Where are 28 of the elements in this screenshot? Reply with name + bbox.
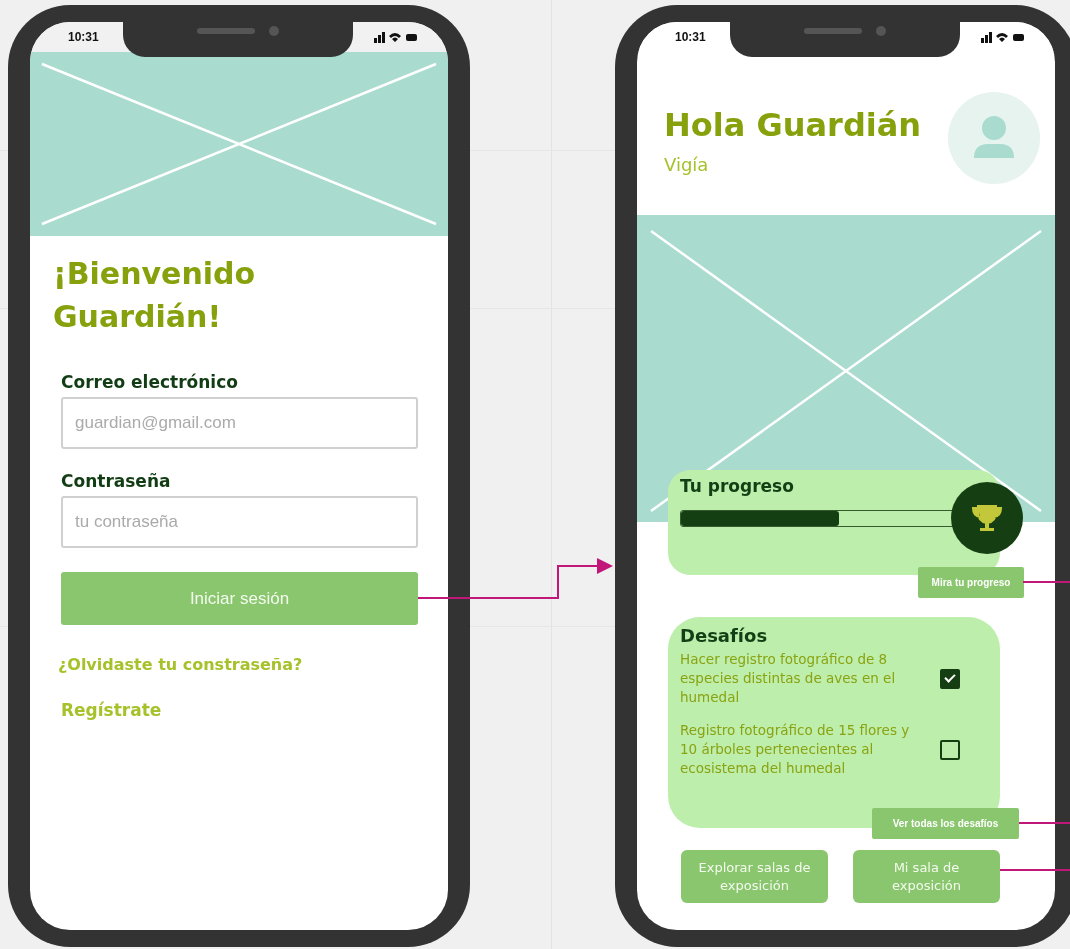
trophy-icon	[951, 482, 1023, 554]
text-link[interactable]: ¿Olvidaste tu constraseña?	[58, 655, 418, 674]
login-button[interactable]: Iniciar sesión	[61, 572, 418, 625]
status-time: 10:31	[68, 30, 99, 44]
checkbox[interactable]	[940, 739, 960, 760]
field-label: Correo electrónico	[61, 372, 239, 392]
checkbox[interactable]	[940, 668, 960, 689]
exhibition-button[interactable]: Mi sala de exposición	[853, 850, 1000, 903]
connector-line	[1022, 581, 1070, 583]
challenges-button[interactable]: Ver todas los desafíos	[872, 808, 1019, 839]
greeting-title: Hola Guardián	[664, 106, 922, 144]
input-field[interactable]: guardian@gmail.com	[61, 397, 418, 449]
welcome-title: ¡Bienvenido Guardián!	[53, 255, 257, 336]
status-icons	[374, 31, 418, 43]
connector-line	[999, 869, 1070, 871]
connector-line	[1018, 822, 1070, 824]
input-field[interactable]: tu contraseña	[61, 496, 418, 548]
challenge-text: Registro fotográfico de 15 flores y 10 árboles pertenecientes al ecosistema del humedal	[680, 721, 911, 778]
user-rank: Vigía	[664, 154, 709, 175]
exhibition-button[interactable]: Explorar salas de exposición	[681, 850, 828, 903]
progress-button[interactable]: Mira tu progreso	[918, 567, 1024, 598]
text-link[interactable]: Regístrate	[61, 700, 418, 720]
card-title: Desafíos	[680, 625, 769, 646]
card-title: Tu progreso	[680, 476, 795, 496]
field-label: Contraseña	[61, 471, 172, 491]
status-icons	[981, 31, 1025, 43]
status-time: 10:31	[675, 30, 706, 44]
challenge-text: Hacer registro fotográfico de 8 especies distintas de aves en el humedal	[680, 650, 897, 707]
